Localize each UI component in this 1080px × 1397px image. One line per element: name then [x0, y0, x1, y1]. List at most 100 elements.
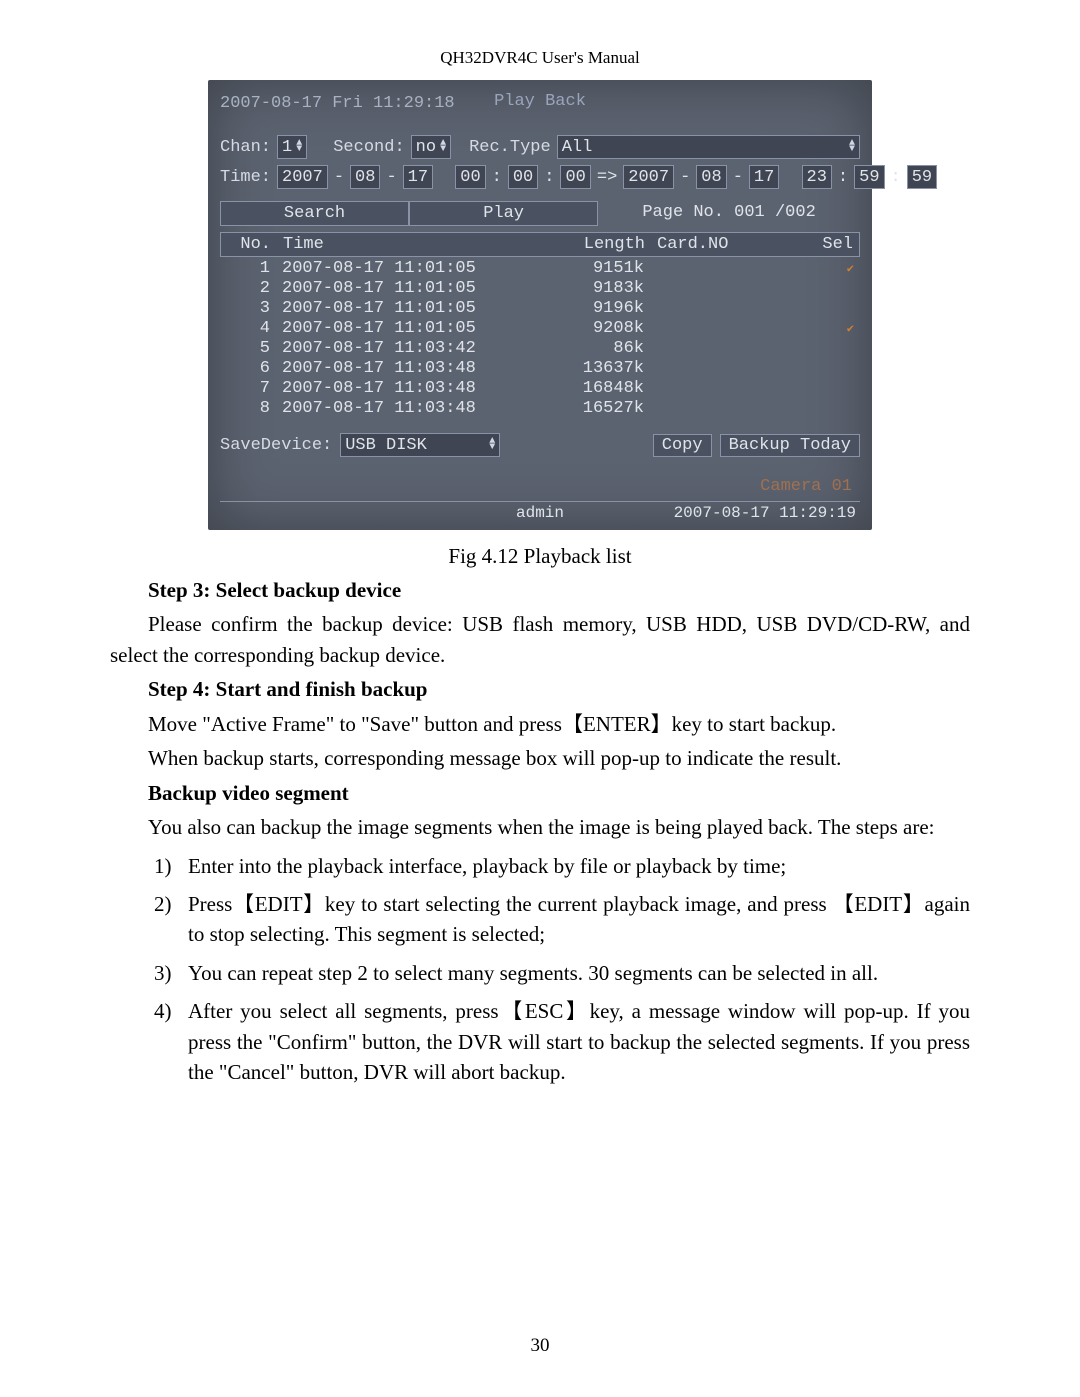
table-body: 12007-08-17 11:01:059151k✔22007-08-17 11…	[220, 257, 860, 421]
col-length: Length	[529, 233, 651, 256]
cell-length: 86k	[528, 339, 650, 359]
step3-title: Step 3: Select backup device	[148, 575, 970, 605]
dvr-footer: admin 2007-08-17 11:29:19	[220, 501, 860, 522]
from-min[interactable]: 00	[508, 165, 538, 189]
cell-no: 5	[220, 339, 276, 359]
check-icon: ✔	[847, 322, 854, 336]
cell-no: 3	[220, 299, 276, 319]
cell-no: 1	[220, 259, 276, 279]
cell-length: 9196k	[528, 299, 650, 319]
cell-sel[interactable]	[792, 279, 860, 299]
cell-sel[interactable]	[792, 379, 860, 399]
from-day[interactable]: 17	[403, 165, 433, 189]
play-button[interactable]: Play	[409, 201, 598, 226]
table-row[interactable]: 72007-08-17 11:03:4816848k	[220, 379, 860, 399]
cell-no: 7	[220, 379, 276, 399]
figure-caption: Fig 4.12 Playback list	[110, 544, 970, 569]
from-month[interactable]: 08	[350, 165, 380, 189]
cell-time: 2007-08-17 11:03:48	[276, 399, 528, 419]
cell-card	[650, 399, 792, 419]
from-year[interactable]: 2007	[277, 165, 328, 189]
cell-length: 9151k	[528, 259, 650, 279]
col-no: No.	[221, 233, 277, 256]
spinner-icon[interactable]	[440, 141, 446, 153]
copy-button[interactable]: Copy	[653, 434, 712, 457]
cell-sel[interactable]	[792, 339, 860, 359]
to-day[interactable]: 17	[749, 165, 779, 189]
spinner-icon[interactable]	[296, 141, 302, 153]
table-row[interactable]: 32007-08-17 11:01:059196k	[220, 299, 860, 319]
spinner-icon[interactable]	[489, 439, 495, 451]
rectype-label: Rec.Type	[469, 138, 551, 157]
cell-length: 13637k	[528, 359, 650, 379]
list-item: 1)Enter into the playback interface, pla…	[154, 851, 970, 881]
to-hour[interactable]: 23	[802, 165, 832, 189]
cell-length: 16527k	[528, 399, 650, 419]
step4-p2: When backup starts, corresponding messag…	[110, 743, 970, 773]
cell-card	[650, 339, 792, 359]
second-value: no	[416, 138, 436, 157]
rectype-value: All	[562, 138, 845, 157]
to-month[interactable]: 08	[696, 165, 726, 189]
chan-value: 1	[282, 138, 292, 157]
cell-length: 9208k	[528, 319, 650, 339]
cell-sel[interactable]	[792, 399, 860, 419]
cell-time: 2007-08-17 11:03:42	[276, 339, 528, 359]
cell-length: 9183k	[528, 279, 650, 299]
cell-card	[650, 379, 792, 399]
table-row[interactable]: 82007-08-17 11:03:4816527k	[220, 399, 860, 419]
cell-no: 2	[220, 279, 276, 299]
cell-time: 2007-08-17 11:01:05	[276, 279, 528, 299]
cell-time: 2007-08-17 11:01:05	[276, 299, 528, 319]
col-time: Time	[277, 233, 529, 256]
table-row[interactable]: 52007-08-17 11:03:4286k	[220, 339, 860, 359]
table-row[interactable]: 22007-08-17 11:01:059183k	[220, 279, 860, 299]
cell-card	[650, 299, 792, 319]
list-item: 4)After you select all segments, press【E…	[154, 996, 970, 1087]
from-sec[interactable]: 00	[560, 165, 590, 189]
list-text: Press【EDIT】key to start selecting the cu…	[188, 889, 970, 950]
table-row[interactable]: 62007-08-17 11:03:4813637k	[220, 359, 860, 379]
cell-card	[650, 279, 792, 299]
cell-sel[interactable]	[792, 359, 860, 379]
to-year[interactable]: 2007	[623, 165, 674, 189]
cell-card	[650, 359, 792, 379]
table-row[interactable]: 42007-08-17 11:01:059208k ✔	[220, 319, 860, 339]
time-arrow: =>	[597, 168, 617, 187]
savedevice-select[interactable]: USB DISK	[340, 433, 500, 457]
step-list: 1)Enter into the playback interface, pla…	[154, 851, 970, 1088]
check-icon: ✔	[847, 262, 854, 276]
camera-label: Camera 01	[760, 477, 852, 496]
cell-sel[interactable]: ✔	[792, 319, 860, 339]
to-sec[interactable]: 59	[907, 165, 937, 189]
list-item: 2)Press【EDIT】key to start selecting the …	[154, 889, 970, 950]
second-label: Second:	[333, 138, 404, 157]
cell-time: 2007-08-17 11:01:05	[276, 319, 528, 339]
footer-timestamp: 2007-08-17 11:29:19	[674, 504, 856, 522]
list-item: 3)You can repeat step 2 to select many s…	[154, 958, 970, 988]
page-header: QH32DVR4C User's Manual	[110, 48, 970, 68]
cell-time: 2007-08-17 11:03:48	[276, 379, 528, 399]
step3-text: Please confirm the backup device: USB fl…	[110, 609, 970, 670]
cell-card	[650, 259, 792, 279]
search-button[interactable]: Search	[220, 201, 409, 226]
cell-sel[interactable]: ✔	[792, 259, 860, 279]
cell-length: 16848k	[528, 379, 650, 399]
cell-no: 6	[220, 359, 276, 379]
list-text: Enter into the playback interface, playb…	[188, 851, 970, 881]
cell-time: 2007-08-17 11:03:48	[276, 359, 528, 379]
table-row[interactable]: 12007-08-17 11:01:059151k ✔	[220, 259, 860, 279]
to-min[interactable]: 59	[854, 165, 884, 189]
backup-today-button[interactable]: Backup Today	[720, 434, 860, 457]
cell-time: 2007-08-17 11:01:05	[276, 259, 528, 279]
chan-select[interactable]: 1	[277, 135, 307, 159]
spinner-icon[interactable]	[849, 141, 855, 153]
from-hour[interactable]: 00	[455, 165, 485, 189]
cell-sel[interactable]	[792, 299, 860, 319]
savedevice-label: SaveDevice:	[220, 436, 332, 455]
cell-no: 4	[220, 319, 276, 339]
step4-p1: Move "Active Frame" to "Save" button and…	[110, 709, 970, 739]
second-select[interactable]: no	[411, 135, 451, 159]
time-label: Time:	[220, 168, 271, 187]
rectype-select[interactable]: All	[557, 135, 860, 159]
